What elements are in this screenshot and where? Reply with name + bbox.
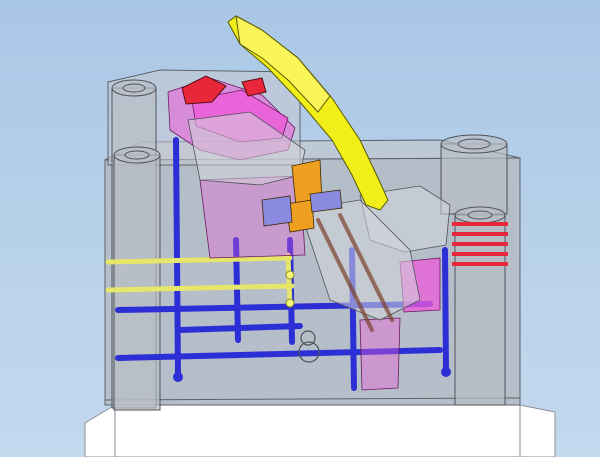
cad-viewport[interactable]	[0, 0, 600, 457]
mold-3d-scene	[84, 15, 556, 457]
base-fixture	[84, 404, 556, 457]
